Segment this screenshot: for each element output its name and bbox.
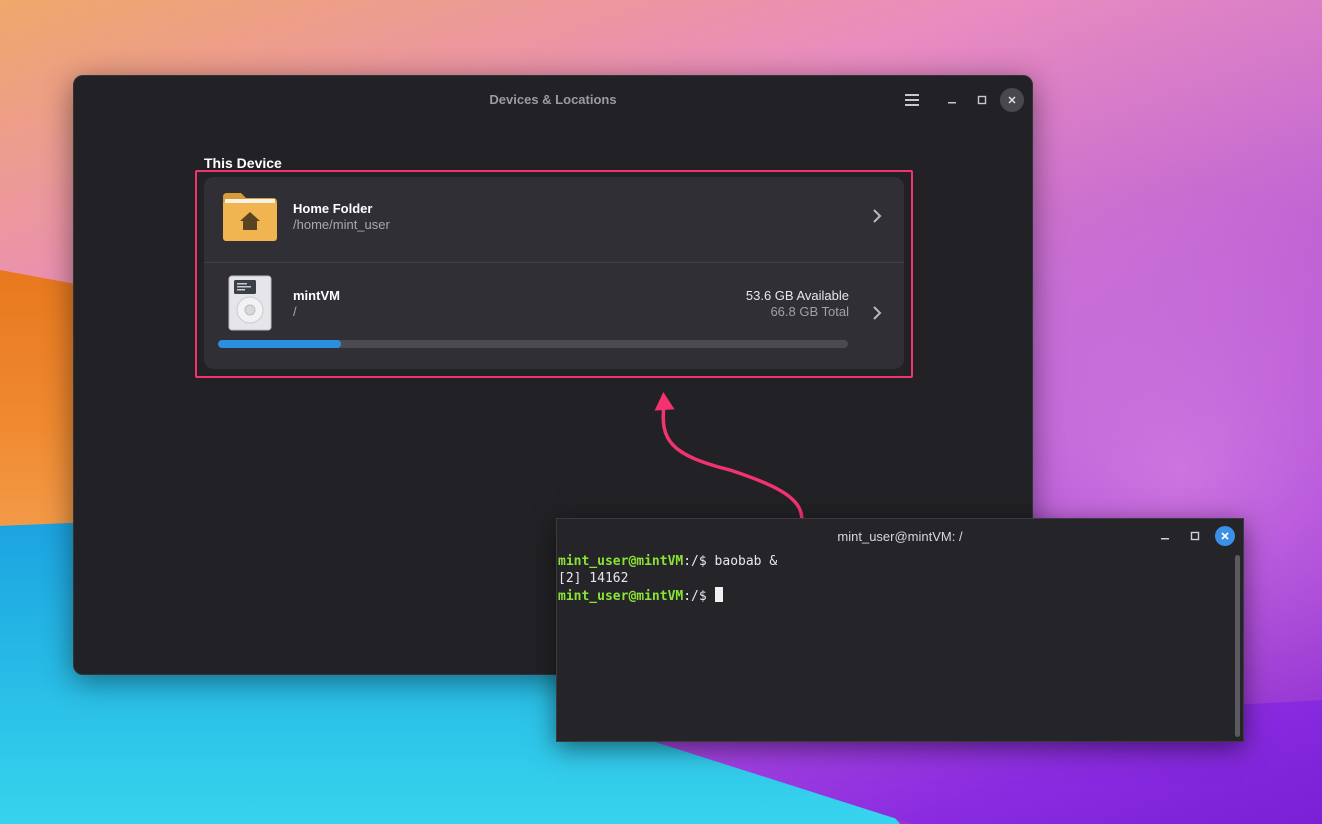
item-path: /home/mint_user [293, 217, 390, 232]
terminal-output-text: [2] 14162 [558, 571, 629, 586]
maximize-button[interactable] [970, 88, 994, 112]
terminal-line: mint_user@mintVM:/$ baobab & [558, 553, 1231, 570]
prompt-user: mint_user@mintVM [558, 554, 684, 569]
section-label: This Device [204, 155, 282, 171]
minimize-icon [1161, 538, 1169, 540]
terminal-command: baobab & [714, 554, 778, 569]
terminal-title: mint_user@mintVM: / [837, 529, 963, 544]
hamburger-icon [905, 94, 919, 106]
chevron-right-icon[interactable] [870, 208, 884, 224]
usage-progress-fill [218, 340, 341, 348]
list-item-home-folder[interactable]: Home Folder /home/mint_user [204, 177, 904, 263]
hamburger-menu-button[interactable] [900, 88, 924, 112]
list-item-mintvm[interactable]: mintVM / 53.6 GB Available 66.8 GB Total [204, 263, 904, 369]
prompt-path: :/ [683, 589, 699, 604]
minimize-button[interactable] [940, 88, 964, 112]
maximize-icon [1190, 531, 1200, 541]
terminal-close-button[interactable] [1215, 526, 1235, 546]
terminal-output[interactable]: mint_user@mintVM:/$ baobab & [2] 14162 m… [558, 553, 1231, 741]
close-icon [1008, 96, 1016, 104]
terminal-scrollbar[interactable] [1235, 555, 1240, 737]
prompt-symbol: $ [698, 589, 715, 604]
item-name: Home Folder [293, 201, 373, 216]
terminal-line: mint_user@mintVM:/$ [558, 587, 1231, 604]
available-space: 53.6 GB Available [745, 288, 849, 303]
terminal-window-controls [1155, 526, 1235, 546]
minimize-icon [948, 102, 956, 104]
close-icon [1221, 532, 1229, 540]
terminal-minimize-button[interactable] [1155, 526, 1175, 546]
window-titlebar[interactable]: Devices & Locations [74, 76, 1032, 122]
hard-drive-icon [228, 275, 272, 331]
prompt-path: :/ [683, 554, 699, 569]
prompt-symbol: $ [698, 554, 715, 569]
device-list: Home Folder /home/mint_user mintVM / 53.… [204, 177, 904, 369]
terminal-window: mint_user@mintVM: / mint_user@mintVM:/$ … [556, 518, 1244, 742]
item-path: / [293, 304, 297, 319]
window-title: Devices & Locations [489, 92, 617, 107]
chevron-right-icon[interactable] [870, 305, 884, 321]
item-name: mintVM [293, 288, 340, 303]
maximize-icon [977, 95, 987, 105]
usage-progress-bar [218, 340, 848, 348]
text-cursor [714, 587, 723, 602]
total-space: 66.8 GB Total [770, 304, 849, 319]
close-button[interactable] [1000, 88, 1024, 112]
window-controls [900, 88, 1024, 112]
prompt-user: mint_user@mintVM [558, 589, 684, 604]
terminal-titlebar[interactable]: mint_user@mintVM: / [557, 519, 1243, 553]
terminal-line: [2] 14162 [558, 570, 1231, 587]
home-folder-icon [223, 193, 277, 241]
terminal-maximize-button[interactable] [1185, 526, 1205, 546]
